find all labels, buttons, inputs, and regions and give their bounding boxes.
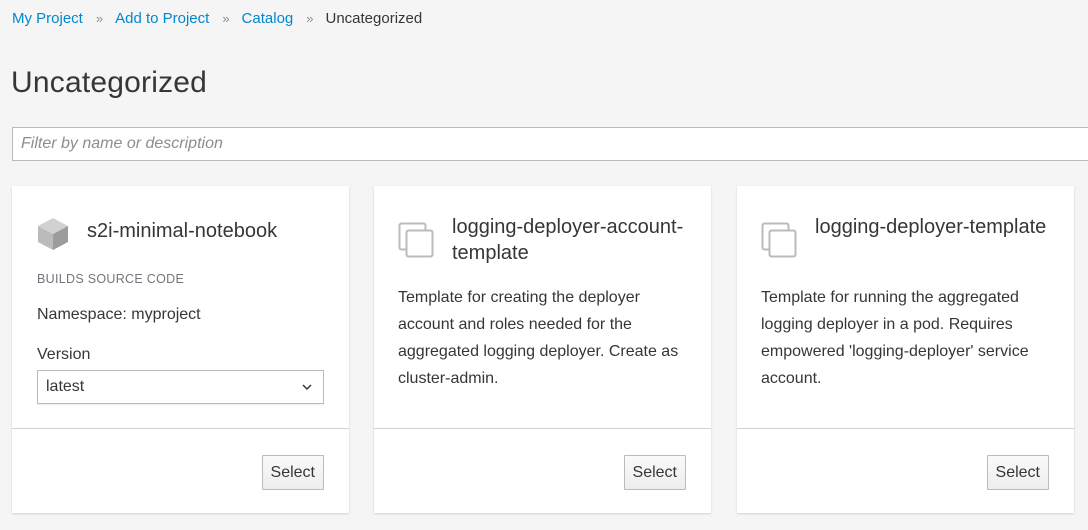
breadcrumb-add-to-project[interactable]: Add to Project <box>115 10 209 27</box>
chevron-down-icon <box>301 378 313 396</box>
catalog-card: logging-deployer-account-template Templa… <box>374 186 711 513</box>
version-value: latest <box>46 378 85 395</box>
breadcrumb-separator: » <box>306 10 313 26</box>
page-title: Uncategorized <box>11 66 208 99</box>
card-footer: Select <box>374 428 711 513</box>
card-footer: Select <box>737 428 1074 513</box>
catalog-card: s2i-minimal-notebook BUILDS SOURCE CODE … <box>12 186 349 513</box>
card-footer: Select <box>12 428 349 513</box>
namespace-text: Namespace: myproject <box>37 306 201 323</box>
select-button[interactable]: Select <box>623 455 686 490</box>
builds-source-tag: BUILDS SOURCE CODE <box>37 272 185 286</box>
card-header: logging-deployer-template <box>761 214 1056 258</box>
card-title: logging-deployer-template <box>815 216 1047 238</box>
breadcrumb-current: Uncategorized <box>325 9 423 27</box>
select-button[interactable]: Select <box>986 455 1049 490</box>
cube-icon <box>36 216 70 252</box>
card-description: Template for creating the deployer accou… <box>398 289 679 387</box>
template-icon <box>398 222 434 258</box>
select-button[interactable]: Select <box>261 455 324 490</box>
breadcrumb-catalog[interactable]: Catalog <box>242 10 294 27</box>
breadcrumb-separator: » <box>95 10 103 26</box>
filter-input[interactable] <box>12 127 1088 161</box>
card-title: s2i-minimal-notebook <box>87 220 278 242</box>
template-icon <box>761 222 797 258</box>
card-title: logging-deployer-account-template <box>452 216 684 264</box>
card-header: logging-deployer-account-template <box>398 214 693 266</box>
breadcrumb-separator: » <box>222 10 229 26</box>
catalog-card: logging-deployer-template Template for r… <box>737 186 1074 513</box>
card-description: Template for running the aggregated logg… <box>761 289 1029 387</box>
card-header: s2i-minimal-notebook <box>36 214 331 252</box>
breadcrumb: My Project » Add to Project » Catalog » … <box>12 8 422 28</box>
version-label: Version <box>37 346 91 363</box>
breadcrumb-my-project[interactable]: My Project <box>12 10 83 27</box>
version-select[interactable]: latest <box>37 370 324 404</box>
